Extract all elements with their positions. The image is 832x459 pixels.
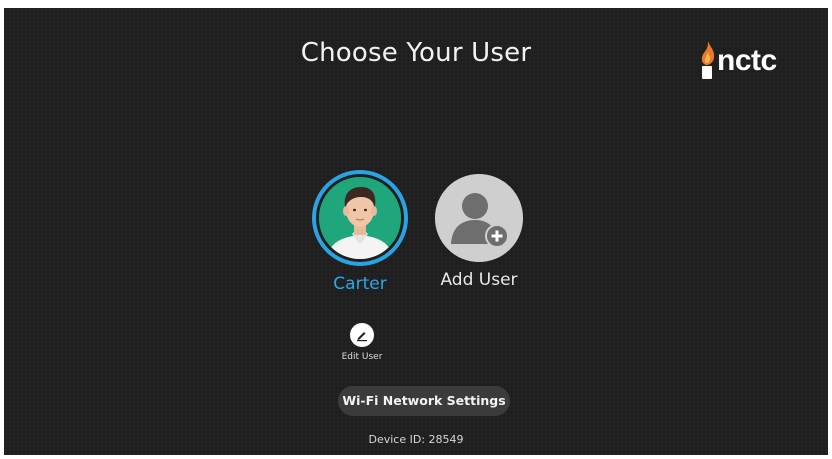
nctc-logo: nctc [696, 36, 777, 80]
user-selection-screen: Choose Your User nctc Carter Add User Ed… [4, 8, 828, 455]
add-user-icon [435, 174, 523, 262]
edit-user-label: Edit User [341, 352, 383, 362]
edit-user-circle[interactable] [350, 323, 374, 347]
logo-text: nctc [717, 44, 777, 77]
flame-i-icon [701, 41, 715, 79]
user-avatar-photo [319, 177, 401, 259]
wifi-network-settings-button[interactable]: Wi-Fi Network Settings [338, 386, 510, 416]
pencil-icon [357, 332, 367, 342]
avatar [319, 177, 401, 259]
device-id: Device ID: 28549 [368, 433, 464, 446]
avatar-selected-ring[interactable] [312, 170, 408, 266]
add-user-avatar[interactable] [435, 174, 523, 262]
user-profile-carter[interactable]: Carter [310, 170, 410, 294]
add-user-button[interactable]: Add User [429, 170, 529, 290]
add-user-label: Add User [440, 270, 518, 290]
user-name-carter: Carter [333, 274, 387, 294]
edit-user-button[interactable]: Edit User [332, 323, 392, 362]
